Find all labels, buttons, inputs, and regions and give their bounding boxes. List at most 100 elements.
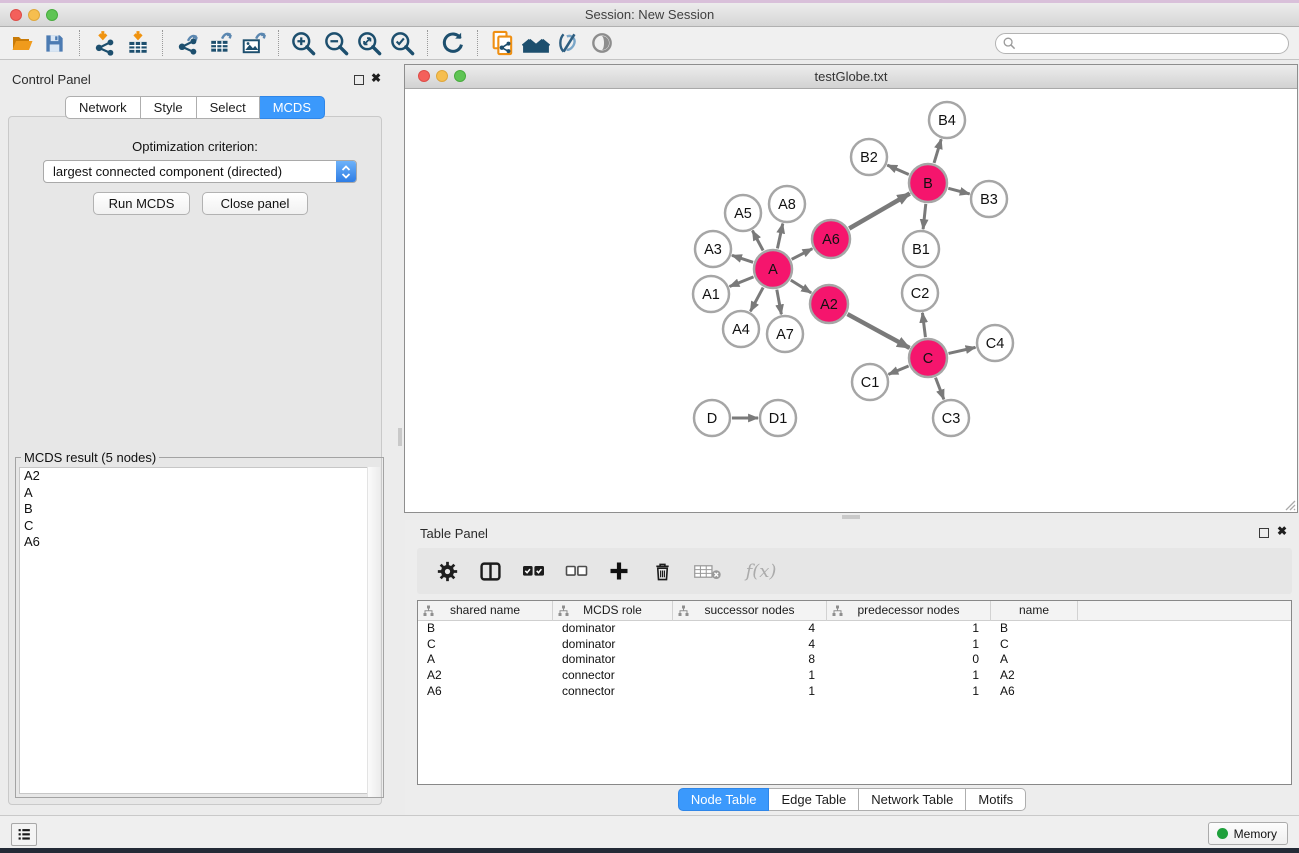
graph-edge-A-A5[interactable] bbox=[752, 231, 763, 251]
graph-node-D1[interactable]: D1 bbox=[760, 400, 796, 436]
close-panel-button[interactable]: Close panel bbox=[202, 192, 308, 215]
column-header-mcds-role[interactable]: MCDS role bbox=[553, 601, 673, 621]
minimize-window-button[interactable] bbox=[436, 70, 448, 82]
export-image-button[interactable] bbox=[237, 28, 270, 58]
table-row[interactable]: Bdominator41B bbox=[418, 621, 1291, 637]
export-network-button[interactable] bbox=[171, 28, 204, 58]
graph-node-A3[interactable]: A3 bbox=[695, 231, 731, 267]
zoom-fit-button[interactable] bbox=[353, 28, 386, 58]
graph-edge-C-C2[interactable] bbox=[922, 313, 925, 337]
result-item[interactable]: A2 bbox=[20, 468, 379, 485]
result-item[interactable]: A6 bbox=[20, 534, 379, 551]
delete-row-button[interactable] bbox=[649, 558, 675, 584]
zoom-in-button[interactable] bbox=[287, 28, 320, 58]
graph-edge-A-A7[interactable] bbox=[777, 290, 782, 315]
save-session-button[interactable] bbox=[38, 28, 71, 58]
graph-edge-C-C1[interactable] bbox=[888, 366, 908, 374]
resize-grip[interactable] bbox=[1282, 497, 1296, 511]
function-builder-button[interactable]: f(x) bbox=[739, 558, 783, 584]
zoom-window-button[interactable] bbox=[454, 70, 466, 82]
zoom-window-button[interactable] bbox=[46, 9, 58, 21]
tab-style[interactable]: Style bbox=[141, 96, 197, 119]
graph-edge-A-A4[interactable] bbox=[750, 288, 763, 312]
close-panel-icon[interactable]: ✖ bbox=[1277, 524, 1287, 538]
table-row[interactable]: Cdominator41C bbox=[418, 637, 1291, 653]
tab-edge-table[interactable]: Edge Table bbox=[769, 788, 859, 811]
graph-node-A6[interactable]: A6 bbox=[812, 220, 850, 258]
open-session-button[interactable] bbox=[5, 28, 38, 58]
column-view-button[interactable] bbox=[477, 558, 503, 584]
graph-node-C4[interactable]: C4 bbox=[977, 325, 1013, 361]
graph-node-C[interactable]: C bbox=[909, 339, 947, 377]
search-input[interactable] bbox=[995, 33, 1289, 54]
result-item[interactable]: B bbox=[20, 501, 379, 518]
result-scrollbar[interactable] bbox=[367, 467, 380, 797]
show-graphics-details-button[interactable] bbox=[585, 28, 618, 58]
graph-edge-B-B2[interactable] bbox=[887, 165, 908, 174]
table-row[interactable]: A6connector11A6 bbox=[418, 684, 1291, 700]
home-button[interactable] bbox=[519, 28, 552, 58]
column-header-shared-name[interactable]: shared name bbox=[418, 601, 553, 621]
graph-node-B1[interactable]: B1 bbox=[903, 231, 939, 267]
graph-node-A4[interactable]: A4 bbox=[723, 311, 759, 347]
column-header-predecessor-nodes[interactable]: predecessor nodes bbox=[827, 601, 991, 621]
vertical-splitter-handle[interactable] bbox=[398, 428, 402, 446]
refresh-button[interactable] bbox=[436, 28, 469, 58]
table-settings-button[interactable] bbox=[434, 558, 460, 584]
tab-motifs[interactable]: Motifs bbox=[966, 788, 1026, 811]
select-all-button[interactable] bbox=[520, 558, 546, 584]
float-panel-icon[interactable] bbox=[354, 75, 364, 85]
tab-select[interactable]: Select bbox=[197, 96, 260, 119]
graph-edge-B-B4[interactable] bbox=[934, 139, 941, 163]
table-row[interactable]: A2connector11A2 bbox=[418, 668, 1291, 684]
tab-node-table[interactable]: Node Table bbox=[678, 788, 770, 811]
tab-mcds[interactable]: MCDS bbox=[260, 96, 325, 119]
minimize-window-button[interactable] bbox=[28, 9, 40, 21]
graph-node-C2[interactable]: C2 bbox=[902, 275, 938, 311]
graph-edge-B-B3[interactable] bbox=[948, 188, 969, 194]
run-mcds-button[interactable]: Run MCDS bbox=[93, 192, 190, 215]
horizontal-splitter-handle[interactable] bbox=[842, 515, 860, 519]
graph-edge-C-C3[interactable] bbox=[936, 378, 944, 400]
graph-node-D[interactable]: D bbox=[694, 400, 730, 436]
column-header-successor-nodes[interactable]: successor nodes bbox=[673, 601, 827, 621]
graph-node-B2[interactable]: B2 bbox=[851, 139, 887, 175]
close-window-button[interactable] bbox=[418, 70, 430, 82]
task-history-button[interactable] bbox=[11, 823, 37, 846]
graph-node-A2[interactable]: A2 bbox=[810, 285, 848, 323]
column-header-name[interactable]: name bbox=[991, 601, 1078, 621]
table-row[interactable]: Adominator80A bbox=[418, 652, 1291, 668]
graph-edge-A-A6[interactable] bbox=[792, 249, 813, 260]
network-canvas[interactable]: AA1A2A3A4A5A6A7A8BB1B2B3B4CC1C2C3C4DD1 bbox=[405, 89, 1297, 512]
network-window-titlebar[interactable]: testGlobe.txt bbox=[405, 65, 1297, 89]
tab-network-table[interactable]: Network Table bbox=[859, 788, 966, 811]
graph-node-B3[interactable]: B3 bbox=[971, 181, 1007, 217]
graph-edge-B-B1[interactable] bbox=[923, 204, 926, 229]
graph-edge-A6-B[interactable] bbox=[849, 193, 910, 228]
memory-button[interactable]: Memory bbox=[1208, 822, 1288, 845]
graph-edge-A-A1[interactable] bbox=[730, 277, 754, 287]
zoom-selected-button[interactable] bbox=[386, 28, 419, 58]
graph-edge-A-A3[interactable] bbox=[732, 255, 753, 262]
graph-node-A7[interactable]: A7 bbox=[767, 316, 803, 352]
optimization-criterion-select[interactable]: largest connected component (directed) bbox=[43, 160, 357, 183]
graph-edge-A-A8[interactable] bbox=[777, 224, 782, 249]
deselect-all-button[interactable] bbox=[563, 558, 589, 584]
graph-node-A[interactable]: A bbox=[754, 250, 792, 288]
graph-node-A5[interactable]: A5 bbox=[725, 195, 761, 231]
close-panel-icon[interactable]: ✖ bbox=[371, 71, 381, 85]
graph-node-A8[interactable]: A8 bbox=[769, 186, 805, 222]
result-item[interactable]: C bbox=[20, 518, 379, 535]
graph-node-B[interactable]: B bbox=[909, 164, 947, 202]
network-snapshot-button[interactable] bbox=[486, 28, 519, 58]
hide-graphics-details-button[interactable] bbox=[552, 28, 585, 58]
graph-edge-A-A2[interactable] bbox=[791, 280, 811, 293]
tab-network[interactable]: Network bbox=[65, 96, 141, 119]
import-network-button[interactable] bbox=[88, 28, 121, 58]
export-table-button[interactable] bbox=[204, 28, 237, 58]
float-panel-icon[interactable] bbox=[1259, 528, 1269, 538]
import-table-button[interactable] bbox=[121, 28, 154, 58]
delete-table-button[interactable] bbox=[692, 558, 722, 584]
graph-node-C3[interactable]: C3 bbox=[933, 400, 969, 436]
add-row-button[interactable] bbox=[606, 558, 632, 584]
